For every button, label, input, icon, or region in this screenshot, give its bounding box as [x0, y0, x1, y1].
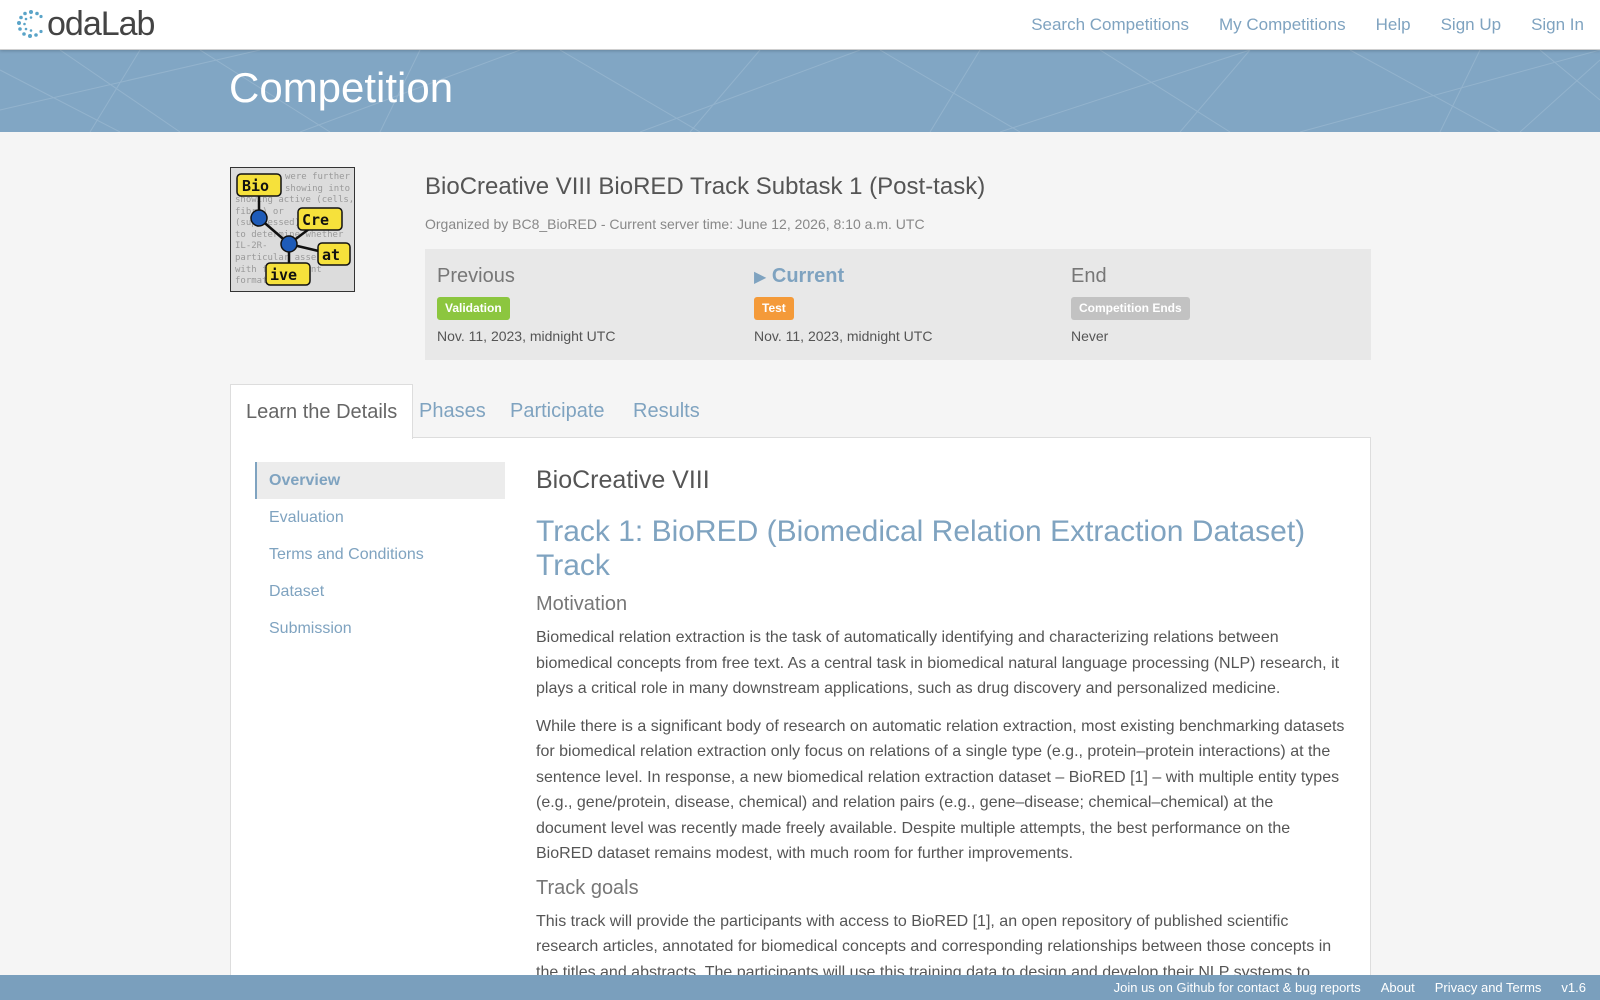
footer-version[interactable]: v1.6 — [1561, 980, 1586, 995]
phase-label: End — [1071, 265, 1107, 287]
play-triangle-icon: ▶ — [754, 269, 767, 286]
details-panel: Overview Evaluation Terms and Conditions… — [230, 437, 1371, 1000]
track-title: Track 1: BioRED (Biomedical Relation Ext… — [536, 515, 1306, 582]
competition-meta: Organized by BC8_BioRED - Current server… — [425, 216, 925, 232]
main-nav: Search Competitions My Competitions Help… — [1031, 0, 1584, 50]
side-menu-submission[interactable]: Submission — [255, 610, 505, 647]
phase-label: Current — [771, 265, 845, 287]
tab-learn-the-details[interactable]: Learn the Details — [230, 384, 414, 439]
footer-links: Join us on Github for contact & bug repo… — [1114, 975, 1586, 1000]
footer-github-link[interactable]: Join us on Github for contact & bug repo… — [1114, 980, 1361, 995]
top-navbar: odaLab Search Competitions My Competitio… — [0, 0, 1600, 50]
codalab-logo-icon — [17, 10, 43, 38]
svg-text:Bio: Bio — [242, 177, 269, 195]
competition-title: BioCreative VIII BioRED Track Subtask 1 … — [425, 173, 986, 200]
side-menu-dataset[interactable]: Dataset — [255, 573, 505, 610]
motivation-paragraph: While there is a significant body of res… — [536, 717, 1345, 863]
page-banner: Competition — [0, 50, 1600, 132]
svg-text:format: format — [235, 276, 268, 286]
motivation-paragraph: Biomedical relation extraction is the ta… — [536, 629, 1340, 697]
footer-bar: Join us on Github for contact & bug repo… — [0, 975, 1600, 1000]
svg-text:at: at — [322, 246, 340, 264]
phase-date: Nov. 11, 2023, midnight UTC — [437, 328, 616, 344]
track-goals-heading: Track goals — [536, 876, 639, 899]
phase-timeline: Previous Validation Nov. 11, 2023, midni… — [425, 249, 1371, 360]
phase-date: Nov. 11, 2023, midnight UTC — [754, 328, 933, 344]
nav-sign-in[interactable]: Sign In — [1531, 15, 1584, 35]
biocreative-logo-image: were further showing into those showing … — [231, 168, 354, 291]
svg-text:IL-2R-: IL-2R- — [235, 241, 268, 251]
side-menu-overview[interactable]: Overview — [255, 462, 505, 499]
svg-text:were further: were further — [285, 172, 351, 182]
svg-text:showing into those: showing into those — [285, 184, 354, 194]
tab-phases[interactable]: Phases — [419, 384, 486, 439]
phase-date: Never — [1071, 328, 1109, 344]
content-heading: BioCreative VIII — [536, 466, 710, 494]
motivation-heading: Motivation — [536, 593, 628, 615]
tab-results[interactable]: Results — [633, 384, 700, 439]
overview-content: BioCreative VIII Track 1: BioRED (Biomed… — [536, 462, 1346, 1000]
phase-badge-test: Test — [754, 297, 794, 320]
svg-text:particular asse: particular asse — [235, 253, 316, 263]
svg-text:ive: ive — [270, 266, 297, 284]
svg-text:Cre: Cre — [302, 211, 329, 229]
phase-badge-competition-ends: Competition Ends — [1071, 297, 1190, 320]
side-menu-terms-and-conditions[interactable]: Terms and Conditions — [255, 536, 505, 573]
competition-tabs: Learn the Details Phases Participate Res… — [230, 384, 1371, 439]
side-menu-evaluation[interactable]: Evaluation — [255, 499, 505, 536]
nav-sign-up[interactable]: Sign Up — [1441, 15, 1501, 35]
phase-badge-validation: Validation — [437, 297, 510, 320]
phase-label: Previous — [437, 265, 515, 287]
nav-my-competitions[interactable]: My Competitions — [1219, 15, 1346, 35]
footer-privacy-terms-link[interactable]: Privacy and Terms — [1435, 980, 1542, 995]
page-title: Competition — [229, 64, 454, 111]
phase-end: End Competition Ends Never — [1071, 261, 1190, 344]
tab-participate[interactable]: Participate — [510, 384, 605, 439]
nav-help[interactable]: Help — [1376, 15, 1411, 35]
phase-current: ▶ Current Test Nov. 11, 2023, midnight U… — [754, 261, 932, 344]
phase-previous: Previous Validation Nov. 11, 2023, midni… — [437, 261, 615, 344]
codalab-logo[interactable]: odaLab — [16, 4, 155, 44]
nav-search-competitions[interactable]: Search Competitions — [1031, 15, 1189, 35]
competition-logo: were further showing into those showing … — [230, 167, 355, 292]
details-side-menu: Overview Evaluation Terms and Conditions… — [255, 462, 505, 647]
footer-about-link[interactable]: About — [1381, 980, 1415, 995]
codalab-logo-text: odaLab — [47, 4, 155, 43]
